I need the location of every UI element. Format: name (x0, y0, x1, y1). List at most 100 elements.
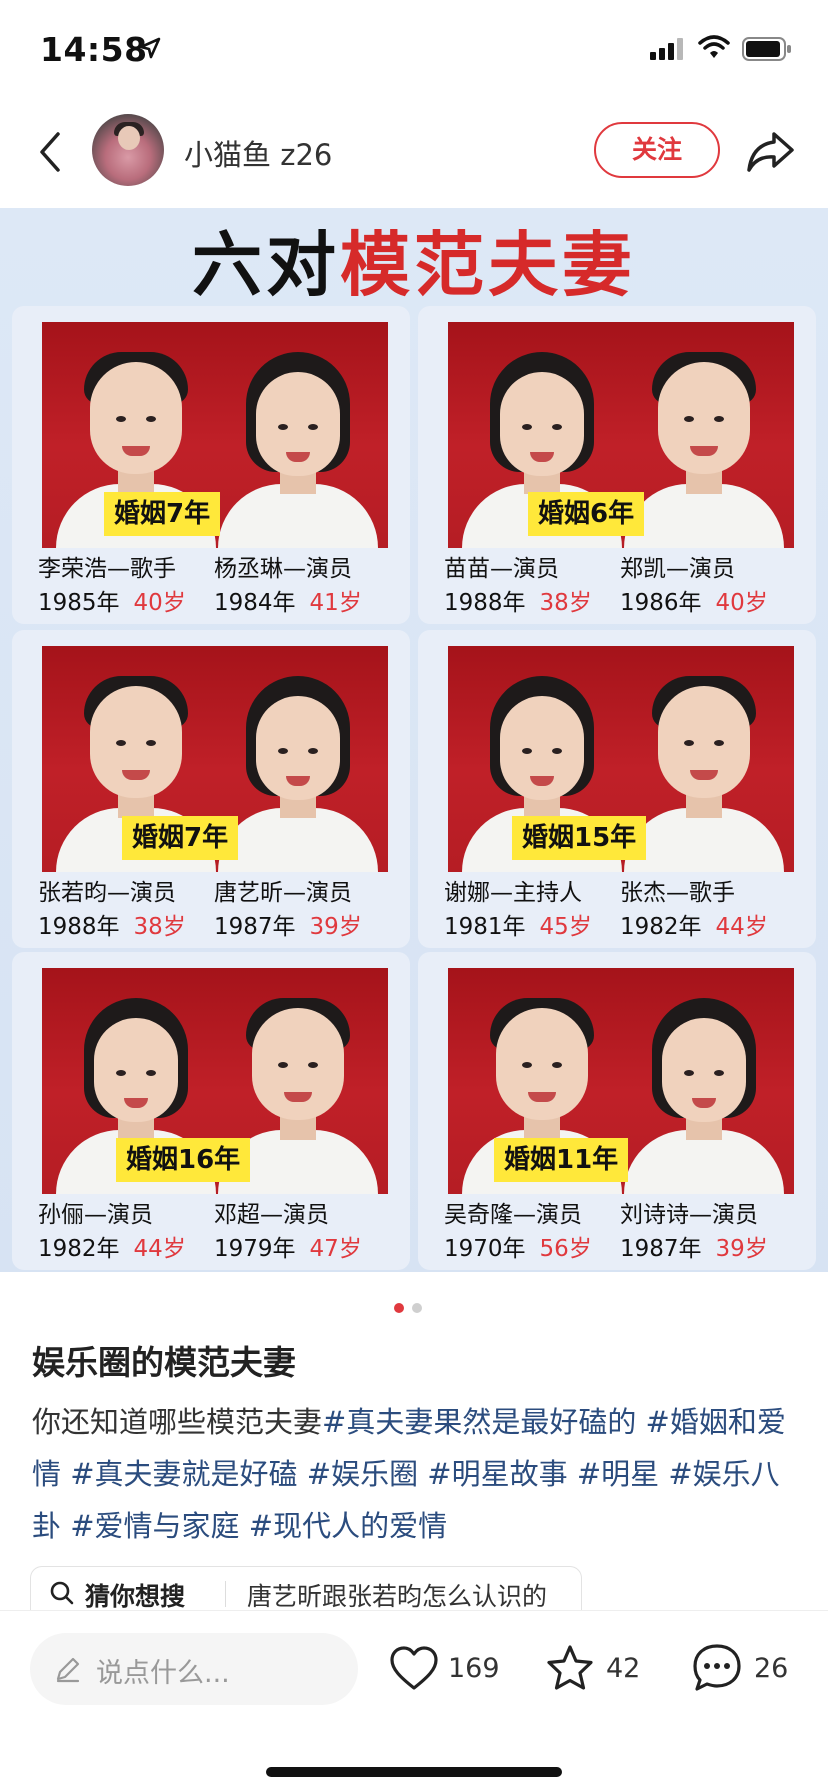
person-name-role: 吴奇隆—演员 (444, 1202, 582, 1228)
person-portrait (218, 338, 378, 548)
marriage-years-badge: 婚姻7年 (104, 492, 221, 536)
marriage-years-badge: 婚姻15年 (512, 816, 647, 860)
hashtag[interactable]: #明星 (577, 1457, 659, 1491)
bottom-action-bar: 说点什么... 169 42 26 (0, 1610, 828, 1792)
comment-input[interactable]: 说点什么... (30, 1633, 358, 1705)
person-info: 苗苗—演员 1988年 38岁 (444, 552, 592, 620)
person-name-role: 苗苗—演员 (444, 556, 559, 582)
couple-card: 婚姻6年 苗苗—演员 1988年 38岁 郑凯—演员 1986年 40岁 (418, 306, 816, 624)
person-name-role: 张杰—歌手 (620, 880, 735, 906)
back-arrow-icon[interactable] (30, 126, 70, 178)
age: 47岁 (309, 1236, 362, 1262)
person-info: 杨丞琳—演员 1984年 41岁 (214, 552, 362, 620)
hashtag[interactable]: #真夫妻就是好磕 (70, 1457, 297, 1491)
post-header: 小猫鱼 z26 关注 (0, 96, 828, 208)
person-info: 吴奇隆—演员 1970年 56岁 (444, 1198, 592, 1266)
age: 44岁 (715, 914, 768, 940)
age: 39岁 (309, 914, 362, 940)
birth-year: 1979年 (214, 1236, 296, 1262)
person-info: 张杰—歌手 1982年 44岁 (620, 876, 768, 944)
person-birth-age: 1981年 45岁 (444, 910, 592, 944)
post-title: 娱乐圈的模范夫妻 (32, 1343, 296, 1382)
person-birth-age: 1982年 44岁 (38, 1232, 186, 1266)
couple-card: 婚姻7年 张若昀—演员 1988年 38岁 唐艺昕—演员 1987年 39岁 (12, 630, 410, 948)
birth-year: 1982年 (38, 1236, 120, 1262)
person-portrait (624, 984, 784, 1194)
birth-year: 1987年 (620, 1236, 702, 1262)
post-body-text: 你还知道哪些模范夫妻 (32, 1405, 323, 1439)
person-birth-age: 1988年 38岁 (444, 586, 592, 620)
person-birth-age: 1985年 40岁 (38, 586, 186, 620)
person-info: 刘诗诗—演员 1987年 39岁 (620, 1198, 768, 1266)
person-info: 张若昀—演员 1988年 38岁 (38, 876, 186, 944)
birth-year: 1985年 (38, 590, 120, 616)
image-pager (394, 1298, 430, 1317)
couple-card: 婚姻11年 吴奇隆—演员 1970年 56岁 刘诗诗—演员 1987年 39岁 (418, 952, 816, 1270)
age: 44岁 (133, 1236, 186, 1262)
person-portrait (218, 662, 378, 872)
birth-year: 1970年 (444, 1236, 526, 1262)
like-count: 169 (448, 1653, 500, 1684)
marriage-years-badge: 婚姻16年 (116, 1138, 251, 1182)
marriage-years-badge: 婚姻7年 (122, 816, 239, 860)
birth-year: 1988年 (444, 590, 526, 616)
post-image[interactable]: 六对模范夫妻 婚姻7年 李荣浩—歌手 1985年 40岁 杨丞琳—演员 1984年 41岁婚… (0, 208, 828, 1272)
author-username[interactable]: 小猫鱼 z26 (184, 132, 332, 174)
post-body: 你还知道哪些模范夫妻#真夫妻果然是最好磕的 #婚姻和爱情 #真夫妻就是好磕 #娱… (32, 1396, 796, 1552)
hashtag[interactable]: #真夫妻果然是最好磕的 (322, 1405, 636, 1439)
person-info: 邓超—演员 1979年 47岁 (214, 1198, 362, 1266)
location-arrow-icon (139, 37, 161, 59)
favorite-button[interactable]: 42 (544, 1639, 650, 1699)
person-name-role: 张若昀—演员 (38, 880, 176, 906)
birth-year: 1984年 (214, 590, 296, 616)
guess-label: 猜你想搜 (85, 1582, 186, 1611)
home-indicator (266, 1767, 562, 1777)
birth-year: 1981年 (444, 914, 526, 940)
couple-card: 婚姻15年谢娜—主持人 1981年 45岁 张杰—歌手 1982年 44岁 (418, 630, 816, 948)
hashtag[interactable]: #娱乐圈 (307, 1457, 418, 1491)
pencil-icon (56, 1657, 80, 1683)
person-name-role: 刘诗诗—演员 (620, 1202, 758, 1228)
person-name-role: 谢娜—主持人 (444, 880, 582, 906)
birth-year: 1986年 (620, 590, 702, 616)
person-name-role: 孙俪—演员 (38, 1202, 153, 1228)
person-birth-age: 1988年 38岁 (38, 910, 186, 944)
hashtag[interactable]: #爱情与家庭 (70, 1509, 239, 1543)
age: 39岁 (715, 1236, 768, 1262)
comment-bubble-icon (693, 1644, 741, 1691)
birth-year: 1988年 (38, 914, 120, 940)
poster-title-black: 六对 (192, 223, 340, 306)
pager-dot (412, 1303, 422, 1313)
author-avatar[interactable] (92, 114, 164, 186)
age: 56岁 (539, 1236, 592, 1262)
person-info: 孙俪—演员 1982年 44岁 (38, 1198, 186, 1266)
person-name-role: 郑凯—演员 (620, 556, 735, 582)
person-info: 唐艺昕—演员 1987年 39岁 (214, 876, 362, 944)
divider (225, 1581, 226, 1607)
share-icon[interactable] (744, 126, 796, 178)
person-birth-age: 1987年 39岁 (214, 910, 362, 944)
birth-year: 1987年 (214, 914, 296, 940)
person-info: 李荣浩—歌手 1985年 40岁 (38, 552, 186, 620)
age: 41岁 (309, 590, 362, 616)
pager-dot-active (394, 1303, 404, 1313)
hashtag[interactable]: #明星故事 (427, 1457, 567, 1491)
follow-button[interactable]: 关注 (594, 122, 720, 178)
birth-year: 1982年 (620, 914, 702, 940)
comment-button[interactable]: 26 (690, 1639, 800, 1699)
couple-card: 婚姻16年 孙俪—演员 1982年 44岁 邓超—演员 1979年 47岁 (12, 952, 410, 1270)
person-name-role: 李荣浩—歌手 (38, 556, 176, 582)
marriage-years-badge: 婚姻6年 (528, 492, 645, 536)
status-bar: 14:58 (0, 0, 828, 96)
person-info: 谢娜—主持人 1981年 45岁 (444, 876, 592, 944)
like-button[interactable]: 169 (388, 1639, 504, 1699)
person-birth-age: 1984年 41岁 (214, 586, 362, 620)
comment-count: 26 (754, 1653, 789, 1684)
guess-query[interactable]: 唐艺昕跟张若昀怎么认识的 (247, 1577, 547, 1613)
person-portrait (624, 338, 784, 548)
cellular-signal-icon (650, 38, 683, 60)
hashtag[interactable]: #现代人的爱情 (249, 1509, 447, 1543)
poster-title-red: 模范夫妻 (340, 223, 636, 306)
heart-icon (390, 1646, 438, 1690)
person-birth-age: 1982年 44岁 (620, 910, 768, 944)
